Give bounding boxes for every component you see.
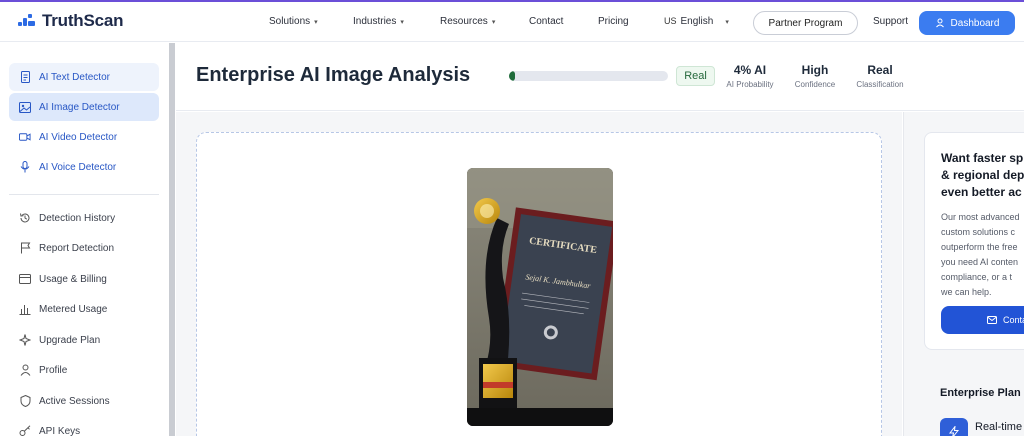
sidebar-item-ai-image-detector[interactable]: AI Image Detector — [9, 93, 159, 121]
sparkle-icon — [19, 334, 31, 346]
image-drop-zone[interactable]: CERTIFICATE Sejal K. Jambhulkar — [196, 132, 882, 436]
promo-description: Our most advanced custom solutions c out… — [941, 212, 1020, 297]
flag-icon — [19, 242, 31, 254]
sidebar-divider — [9, 194, 159, 195]
truthscan-logo-icon — [18, 12, 36, 30]
sidebar: AI Text Detector AI Image Detector AI Vi… — [0, 43, 170, 436]
sidebar-item-api-keys[interactable]: API Keys — [9, 417, 159, 436]
nav-contact[interactable]: Contact — [529, 16, 563, 27]
certificate-photo: CERTIFICATE Sejal K. Jambhulkar — [467, 168, 613, 426]
enterprise-promo-card: Want faster sp & regional dep even bette… — [924, 132, 1024, 350]
brand-logo[interactable]: TruthScan — [18, 11, 124, 31]
analysis-summary-bar: Enterprise AI Image Analysis Real 4% AI … — [176, 43, 1024, 111]
sidebar-item-detection-history[interactable]: Detection History — [9, 204, 159, 232]
contact-sales-button[interactable]: Conta — [941, 306, 1024, 334]
promo-title: Want faster sp & regional dep even bette… — [941, 151, 1024, 199]
bar-chart-icon — [19, 303, 31, 315]
lightning-icon — [940, 418, 968, 436]
microphone-icon — [19, 161, 31, 173]
page-title: Enterprise AI Image Analysis — [196, 64, 471, 86]
nav-industries[interactable]: Industries ▾ — [353, 16, 404, 27]
stat-ai-probability: 4% AI AI Probability — [726, 63, 774, 89]
stat-confidence: High Confidence — [794, 63, 836, 89]
chevron-down-icon: ▾ — [725, 19, 729, 26]
nav-solutions[interactable]: Solutions ▾ — [269, 16, 318, 27]
shield-icon — [19, 395, 31, 407]
right-panel: Want faster sp & regional dep even bette… — [903, 112, 1024, 436]
chevron-down-icon: ▾ — [314, 19, 318, 26]
sidebar-scrollbar[interactable] — [169, 43, 175, 436]
sidebar-item-active-sessions[interactable]: Active Sessions — [9, 387, 159, 415]
sidebar-item-metered-usage[interactable]: Metered Usage — [9, 295, 159, 323]
ai-probability-bar — [509, 71, 668, 81]
document-icon — [19, 71, 31, 83]
enterprise-plan-title: Enterprise Plan — [940, 387, 1021, 399]
user-icon — [19, 364, 31, 376]
sidebar-item-usage-billing[interactable]: Usage & Billing — [9, 265, 159, 293]
image-icon — [19, 101, 31, 113]
sidebar-item-ai-voice-detector[interactable]: AI Voice Detector — [9, 153, 159, 181]
stat-classification: Real Classification — [856, 63, 904, 89]
language-selector[interactable]: US English ▾ — [664, 16, 729, 27]
chevron-down-icon: ▾ — [400, 19, 404, 26]
brand-name: TruthScan — [42, 11, 124, 30]
card-icon — [19, 273, 31, 285]
classification-badge: Real — [676, 66, 715, 86]
key-icon — [19, 425, 31, 436]
ai-probability-fill — [509, 71, 516, 81]
main-content: CERTIFICATE Sejal K. Jambhulkar — [176, 112, 902, 436]
support-link[interactable]: Support — [873, 16, 908, 27]
video-icon — [19, 131, 31, 143]
sidebar-item-report-detection[interactable]: Report Detection — [9, 234, 159, 262]
history-icon — [19, 212, 31, 224]
feature-label-realtime: Real-time — [975, 421, 1023, 433]
nav-resources[interactable]: Resources ▾ — [440, 16, 495, 27]
top-header: TruthScan Solutions ▾ Industries ▾ Resourc… — [0, 2, 1024, 42]
sidebar-item-ai-text-detector[interactable]: AI Text Detector — [9, 63, 159, 91]
sidebar-item-ai-video-detector[interactable]: AI Video Detector — [9, 123, 159, 151]
sidebar-item-upgrade-plan[interactable]: Upgrade Plan — [9, 326, 159, 354]
uploaded-image-preview[interactable]: CERTIFICATE Sejal K. Jambhulkar — [467, 168, 613, 426]
user-icon — [935, 18, 944, 28]
sidebar-item-profile[interactable]: Profile — [9, 356, 159, 384]
chevron-down-icon: ▾ — [491, 19, 496, 26]
partner-program-button[interactable]: Partner Program — [753, 11, 858, 35]
nav-pricing[interactable]: Pricing — [598, 16, 629, 27]
dashboard-button[interactable]: Dashboard — [919, 11, 1015, 35]
mail-icon — [987, 316, 997, 324]
